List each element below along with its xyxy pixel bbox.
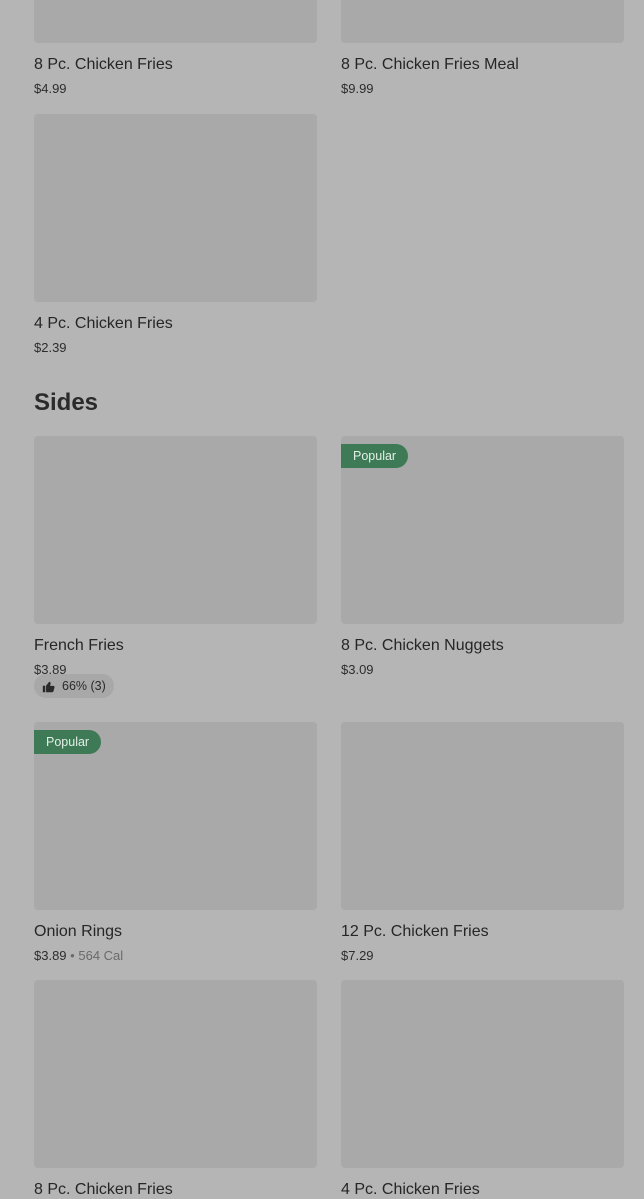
item-image-placeholder bbox=[34, 114, 317, 302]
item-price-calories: $3.89 • 564 Cal bbox=[34, 948, 123, 963]
item-image-placeholder bbox=[34, 436, 317, 624]
item-image-placeholder bbox=[34, 980, 317, 1168]
item-name: 8 Pc. Chicken Fries bbox=[34, 56, 173, 73]
rating-text: 66% (3) bbox=[62, 679, 106, 693]
item-name: 4 Pc. Chicken Fries bbox=[341, 1181, 480, 1198]
item-name: 8 Pc. Chicken Nuggets bbox=[341, 637, 504, 654]
item-image-placeholder bbox=[341, 980, 624, 1168]
item-price: $4.99 bbox=[34, 81, 67, 96]
item-price: $3.89 bbox=[34, 948, 67, 963]
item-name: Onion Rings bbox=[34, 923, 123, 940]
menu-item-card[interactable]: 8 Pc. Chicken Fries bbox=[34, 980, 317, 1198]
item-image-placeholder bbox=[341, 0, 624, 43]
rating-badge: 66% (3) bbox=[34, 674, 114, 698]
item-image-placeholder bbox=[341, 722, 624, 910]
item-price: $3.09 bbox=[341, 662, 374, 677]
item-image-placeholder: Popular bbox=[34, 722, 317, 910]
item-name: 8 Pc. Chicken Fries bbox=[34, 1181, 173, 1198]
menu-item-card[interactable]: 4 Pc. Chicken Fries $2.39 bbox=[34, 114, 317, 355]
menu-item-card[interactable]: French Fries $3.89 66% (3) bbox=[34, 436, 317, 698]
menu-item-card[interactable]: 8 Pc. Chicken Fries Meal $9.99 bbox=[341, 0, 624, 96]
item-calories: 564 Cal bbox=[78, 948, 124, 963]
item-price: $9.99 bbox=[341, 81, 374, 96]
item-image-placeholder bbox=[34, 0, 317, 43]
item-image-placeholder: Popular bbox=[341, 436, 624, 624]
item-name: French Fries bbox=[34, 637, 124, 654]
menu-item-card[interactable]: Popular 8 Pc. Chicken Nuggets $3.09 bbox=[341, 436, 624, 677]
menu-item-card[interactable]: 12 Pc. Chicken Fries $7.29 bbox=[341, 722, 624, 963]
popular-badge: Popular bbox=[341, 444, 409, 468]
section-title-sides: Sides bbox=[34, 389, 99, 416]
item-price: $7.29 bbox=[341, 948, 374, 963]
item-name: 12 Pc. Chicken Fries bbox=[341, 923, 489, 940]
item-name: 8 Pc. Chicken Fries Meal bbox=[341, 56, 519, 73]
separator-dot: • bbox=[70, 948, 75, 963]
thumbs-up-icon bbox=[42, 681, 55, 692]
item-price: $2.39 bbox=[34, 340, 67, 355]
menu-item-card[interactable]: Popular Onion Rings $3.89 • 564 Cal bbox=[34, 722, 317, 963]
popular-badge: Popular bbox=[34, 730, 102, 754]
item-name: 4 Pc. Chicken Fries bbox=[34, 315, 173, 332]
menu-item-card[interactable]: 4 Pc. Chicken Fries bbox=[341, 980, 624, 1198]
menu-item-card[interactable]: 8 Pc. Chicken Fries $4.99 bbox=[34, 0, 317, 96]
